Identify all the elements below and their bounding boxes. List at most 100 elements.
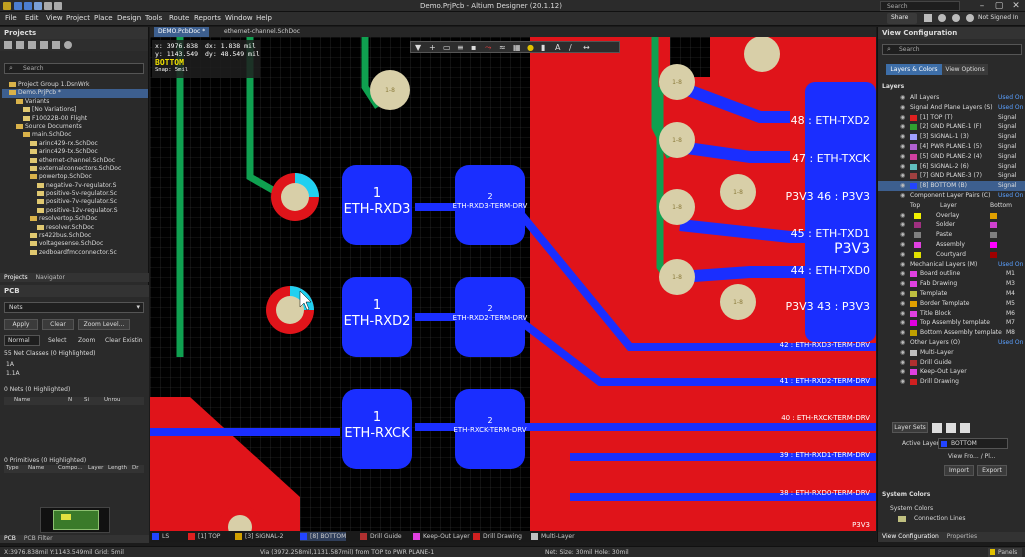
- eye-icon[interactable]: ◉: [900, 250, 905, 260]
- layer-color-swatch[interactable]: [910, 143, 917, 150]
- layer-tab-ls[interactable]: LS: [152, 532, 169, 541]
- layer-color-swatch[interactable]: [910, 163, 917, 170]
- eye-icon[interactable]: ◉: [900, 122, 905, 132]
- signal-layer-row[interactable]: ◉ [2] GND PLANE-1 (F) Signal: [878, 122, 1025, 132]
- mechanical-layer-row[interactable]: ◉ Top Assembly template M7: [878, 318, 1025, 328]
- connection-lines-row[interactable]: Connection Lines: [914, 515, 966, 522]
- settings-icon[interactable]: [938, 14, 946, 22]
- all-layers-row[interactable]: ◉ All Layers Used On: [878, 93, 1025, 103]
- filter-icon[interactable]: ▼: [415, 43, 421, 52]
- layer-color-swatch[interactable]: [910, 153, 917, 160]
- layer-sets-menu-icon[interactable]: [960, 423, 970, 433]
- tab-view-options[interactable]: View Options: [942, 64, 988, 75]
- col-length[interactable]: Length: [108, 465, 127, 471]
- menu-edit[interactable]: Edit: [25, 14, 39, 22]
- eye-icon[interactable]: ◉: [900, 113, 905, 123]
- layer-color-swatch[interactable]: [910, 124, 917, 131]
- menu-view[interactable]: View: [46, 14, 63, 22]
- menu-file[interactable]: File: [5, 14, 17, 22]
- eye-icon[interactable]: ◉: [900, 367, 905, 377]
- eye-icon[interactable]: ◉: [900, 338, 905, 348]
- layer-color-swatch[interactable]: [914, 232, 921, 239]
- pcb-drawing[interactable]: 1-8 1-8 1-8 1-8 1-8 1-8 1-8 1 ETH-RXD3 1…: [150, 27, 876, 531]
- polygon-icon[interactable]: ▦: [513, 43, 521, 52]
- view-from-checkbox[interactable]: View Fro... / Pl...: [948, 453, 996, 460]
- tab-layers-colors[interactable]: Layers & Colors: [886, 64, 942, 75]
- menu-window[interactable]: Window: [225, 14, 253, 22]
- col-unrouted[interactable]: Unrou: [104, 397, 121, 403]
- via-icon[interactable]: ●: [527, 43, 534, 52]
- system-colors-header[interactable]: System Colors: [878, 490, 1025, 500]
- project-tree-item[interactable]: main.SchDoc: [2, 131, 148, 139]
- layer-color-swatch[interactable]: [910, 330, 917, 337]
- mechanical-layer-row[interactable]: ◉ Board outline M1: [878, 269, 1025, 279]
- import-button[interactable]: Import: [944, 465, 974, 476]
- line-icon[interactable]: ∕: [569, 43, 572, 52]
- signal-layer-row[interactable]: ◉ [3] SIGNAL-1 (3) Signal: [878, 132, 1025, 142]
- signal-layer-row[interactable]: ◉ [6] SIGNAL-2 (6) Signal: [878, 162, 1025, 172]
- layer-tab-top[interactable]: [1] TOP: [188, 532, 220, 541]
- eye-icon[interactable]: ◉: [900, 309, 905, 319]
- place-component-icon[interactable]: ▪: [471, 43, 476, 52]
- mechanical-layer-row[interactable]: ◉ Template M4: [878, 289, 1025, 299]
- eye-icon[interactable]: ◉: [900, 93, 905, 103]
- panels-button[interactable]: Panels: [988, 548, 1022, 557]
- signal-layer-row[interactable]: ◉ [7] GND PLANE-3 (7) Signal: [878, 171, 1025, 181]
- menu-tools[interactable]: Tools: [145, 14, 162, 22]
- tab-demo-pcbdoc[interactable]: DEMO.PcbDoc *: [154, 27, 210, 37]
- layer-color-swatch[interactable]: [910, 369, 917, 376]
- signal-layer-row[interactable]: ◉ [8] BOTTOM (B) Signal: [878, 181, 1025, 191]
- layer-sets-dropdown[interactable]: Layer Sets: [892, 422, 928, 433]
- tab-pcb[interactable]: PCB: [4, 535, 16, 542]
- layer-color-swatch[interactable]: [990, 222, 997, 229]
- eye-icon[interactable]: ◉: [900, 299, 905, 309]
- col-n[interactable]: N: [68, 397, 72, 403]
- user-status[interactable]: Not Signed In: [978, 14, 1019, 21]
- component-layer-row[interactable]: ◉ Courtyard: [878, 250, 1025, 260]
- other-layer-row[interactable]: ◉ Drill Guide: [878, 358, 1025, 368]
- component-layer-row[interactable]: ◉ Paste: [878, 230, 1025, 240]
- signal-layer-row[interactable]: ◉ [5] GND PLANE-2 (4) Signal: [878, 152, 1025, 162]
- refresh-icon[interactable]: [52, 41, 60, 49]
- mechanical-layer-row[interactable]: ◉ Title Block M6: [878, 309, 1025, 319]
- component-layer-row[interactable]: ◉ Solder: [878, 220, 1025, 230]
- project-tree-item[interactable]: resolvertop.SchDoc: [2, 215, 148, 223]
- maximize-button[interactable]: ▢: [992, 0, 1006, 12]
- layer-color-swatch[interactable]: [910, 183, 917, 190]
- project-tree-item[interactable]: voltagesense.SchDoc: [2, 240, 148, 248]
- project-tree-item[interactable]: [No Variations]: [2, 106, 148, 114]
- layer-color-swatch[interactable]: [910, 310, 917, 317]
- apply-button[interactable]: Apply: [4, 319, 38, 330]
- text-icon[interactable]: A: [555, 43, 560, 52]
- align-icon[interactable]: ≡: [457, 43, 464, 52]
- move-icon[interactable]: +: [429, 43, 436, 52]
- col-name[interactable]: Name: [14, 397, 30, 403]
- layer-color-swatch[interactable]: [914, 212, 921, 219]
- project-tree-item[interactable]: resolver.SchDoc: [2, 224, 148, 232]
- tab-navigator[interactable]: Navigator: [36, 274, 65, 281]
- home-icon[interactable]: [924, 14, 932, 22]
- layer-color-swatch[interactable]: [914, 222, 921, 229]
- menu-design[interactable]: Design: [117, 14, 141, 22]
- col-component[interactable]: Compo...: [58, 465, 83, 471]
- mechanical-layer-row[interactable]: ◉ Bottom Assembly template M8: [878, 328, 1025, 338]
- layer-color-swatch[interactable]: [910, 379, 917, 386]
- save-project-icon[interactable]: [28, 41, 36, 49]
- other-layer-row[interactable]: ◉ Multi-Layer: [878, 348, 1025, 358]
- redo-icon[interactable]: [54, 2, 62, 10]
- eye-icon[interactable]: ◉: [900, 348, 905, 358]
- eye-icon[interactable]: ◉: [900, 358, 905, 368]
- other-layer-row[interactable]: ◉ Keep-Out Layer: [878, 367, 1025, 377]
- col-si[interactable]: Si: [84, 397, 89, 403]
- mechanical-layers-group[interactable]: ◉ Mechanical Layers (M) Used On: [878, 260, 1025, 270]
- signal-layer-row[interactable]: ◉ [4] PWR PLANE-1 (5) Signal: [878, 142, 1025, 152]
- signal-layer-row[interactable]: ◉ [1] TOP (T) Signal: [878, 113, 1025, 123]
- project-tree-item[interactable]: rs422bus.SchDoc: [2, 232, 148, 240]
- select-icon[interactable]: ▭: [443, 43, 451, 52]
- project-tree-item[interactable]: arinc429-rx.SchDoc: [2, 140, 148, 148]
- layers-search-input[interactable]: ⌕ Search: [882, 44, 1022, 55]
- layer-color-swatch[interactable]: [914, 251, 921, 258]
- col-name[interactable]: Name: [28, 465, 44, 471]
- layer-color-swatch[interactable]: [910, 290, 917, 297]
- new-project-icon[interactable]: [4, 41, 12, 49]
